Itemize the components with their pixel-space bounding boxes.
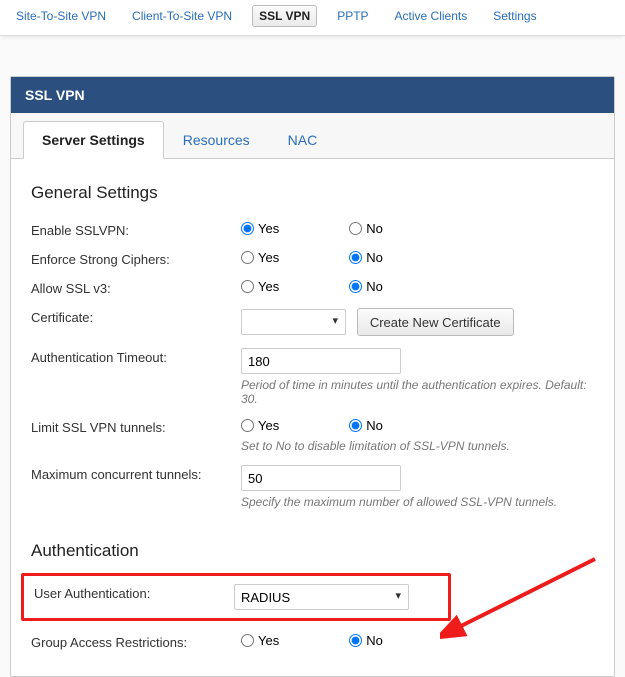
row-auth-timeout: Authentication Timeout: Period of time i… (31, 342, 594, 412)
row-limit-tunnels: Limit SSL VPN tunnels: Yes No Set to No … (31, 412, 594, 459)
nav-site-to-site[interactable]: Site-To-Site VPN (10, 6, 112, 26)
enable-sslvpn-yes[interactable]: Yes (241, 221, 279, 236)
row-allow-sslv3: Allow SSL v3: Yes No (31, 273, 594, 302)
label-max-tunnels: Maximum concurrent tunnels: (31, 465, 241, 482)
enable-sslvpn-yes-radio[interactable] (241, 222, 254, 235)
top-nav: Site-To-Site VPN Client-To-Site VPN SSL … (0, 0, 625, 36)
row-group-restrict: Group Access Restrictions: Yes No (31, 627, 594, 656)
tab-strip: Server Settings Resources NAC (11, 113, 614, 159)
enable-sslvpn-no[interactable]: No (349, 221, 383, 236)
row-strong-ciphers: Enforce Strong Ciphers: Yes No (31, 244, 594, 273)
allow-sslv3-no[interactable]: No (349, 279, 383, 294)
label-allow-sslv3: Allow SSL v3: (31, 279, 241, 296)
row-certificate: Certificate: Create New Certificate (31, 302, 594, 342)
auth-timeout-input[interactable] (241, 348, 401, 374)
max-tunnels-input[interactable] (241, 465, 401, 491)
label-auth-timeout: Authentication Timeout: (31, 348, 241, 365)
nav-active-clients[interactable]: Active Clients (389, 6, 474, 26)
row-enable-sslvpn: Enable SSLVPN: Yes No (31, 215, 594, 244)
label-enable-sslvpn: Enable SSLVPN: (31, 221, 241, 238)
strong-ciphers-yes-radio[interactable] (241, 251, 254, 264)
hint-max-tunnels: Specify the maximum number of allowed SS… (241, 495, 594, 509)
tab-nac[interactable]: NAC (269, 121, 337, 159)
row-user-auth: User Authentication: (24, 582, 440, 612)
label-strong-ciphers: Enforce Strong Ciphers: (31, 250, 241, 267)
tab-server-settings[interactable]: Server Settings (23, 121, 164, 159)
section-auth-heading: Authentication (31, 541, 594, 561)
allow-sslv3-yes-radio[interactable] (241, 280, 254, 293)
label-group-restrict: Group Access Restrictions: (31, 633, 241, 650)
limit-tunnels-no[interactable]: No (349, 418, 383, 433)
limit-tunnels-no-radio[interactable] (349, 419, 362, 432)
row-max-tunnels: Maximum concurrent tunnels: Specify the … (31, 459, 594, 515)
hint-auth-timeout: Period of time in minutes until the auth… (241, 378, 594, 406)
tab-resources[interactable]: Resources (164, 121, 269, 159)
user-auth-select[interactable] (234, 584, 409, 610)
limit-tunnels-yes[interactable]: Yes (241, 418, 279, 433)
group-restrict-no-radio[interactable] (349, 634, 362, 647)
group-restrict-yes-radio[interactable] (241, 634, 254, 647)
enable-sslvpn-no-radio[interactable] (349, 222, 362, 235)
strong-ciphers-yes[interactable]: Yes (241, 250, 279, 265)
highlight-annotation: User Authentication: (21, 573, 451, 621)
strong-ciphers-no-radio[interactable] (349, 251, 362, 264)
allow-sslv3-yes[interactable]: Yes (241, 279, 279, 294)
nav-client-to-site[interactable]: Client-To-Site VPN (126, 6, 238, 26)
certificate-select[interactable] (241, 309, 346, 335)
nav-settings[interactable]: Settings (487, 6, 542, 26)
nav-ssl-vpn[interactable]: SSL VPN (252, 5, 317, 27)
section-general-heading: General Settings (31, 183, 594, 203)
create-certificate-button[interactable]: Create New Certificate (357, 308, 514, 336)
panel-title: SSL VPN (11, 77, 614, 113)
group-restrict-no[interactable]: No (349, 633, 383, 648)
group-restrict-yes[interactable]: Yes (241, 633, 279, 648)
allow-sslv3-no-radio[interactable] (349, 280, 362, 293)
limit-tunnels-yes-radio[interactable] (241, 419, 254, 432)
strong-ciphers-no[interactable]: No (349, 250, 383, 265)
nav-pptp[interactable]: PPTP (331, 6, 374, 26)
label-certificate: Certificate: (31, 308, 241, 325)
label-user-auth: User Authentication: (34, 584, 234, 601)
ssl-vpn-panel: SSL VPN Server Settings Resources NAC Ge… (10, 76, 615, 677)
hint-limit-tunnels: Set to No to disable limitation of SSL-V… (241, 439, 594, 453)
label-limit-tunnels: Limit SSL VPN tunnels: (31, 418, 241, 435)
